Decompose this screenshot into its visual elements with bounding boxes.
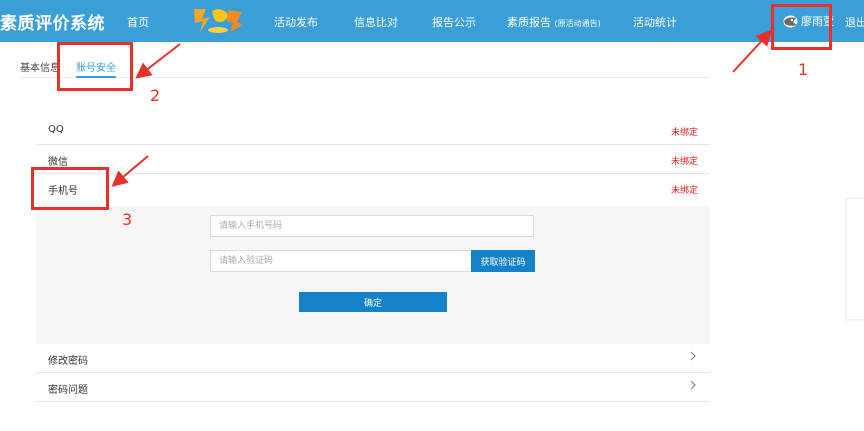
side-panel-edge — [846, 198, 864, 320]
top-nav-bar: 素质评价系统 首页 活动发布 信息比对 报告公示 素质报告 (原活动通告) 活动… — [0, 0, 864, 42]
nav-activity-stats[interactable]: 活动统计 — [633, 14, 677, 30]
binding-row-qq[interactable]: QQ 未绑定 — [36, 116, 710, 145]
binding-row-phone[interactable]: 手机号 未绑定 — [36, 174, 710, 206]
nav-quality-report[interactable]: 素质报告 (原活动通告) — [507, 14, 601, 30]
get-code-button[interactable]: 获取验证码 — [471, 250, 535, 272]
settings-label-change-password: 修改密码 — [48, 356, 88, 367]
binding-status-phone: 未绑定 — [670, 186, 698, 196]
annotation-number-1: 1 — [798, 60, 809, 79]
tab-basic-info[interactable]: 基本信息 — [20, 59, 60, 74]
nav-home[interactable]: 首页 — [127, 14, 149, 30]
binding-label-wechat: 微信 — [48, 157, 68, 168]
chevron-right-icon — [690, 380, 696, 390]
settings-row-password-question[interactable]: 密码问题 — [36, 373, 710, 402]
verification-code-input[interactable] — [210, 250, 472, 272]
confirm-button[interactable]: 确定 — [299, 292, 447, 312]
chevron-right-icon — [690, 351, 696, 361]
nav-activity-publish[interactable]: 活动发布 — [274, 14, 318, 30]
nav-report-public[interactable]: 报告公示 — [432, 14, 476, 30]
annotation-box-1 — [771, 4, 832, 50]
annotation-number-2: 2 — [150, 86, 161, 105]
phone-input[interactable] — [210, 215, 534, 237]
app-title: 素质评价系统 — [0, 14, 105, 34]
binding-label-qq: QQ — [48, 124, 64, 135]
binding-row-wechat[interactable]: 微信 未绑定 — [36, 145, 710, 174]
annotation-number-3: 3 — [122, 210, 133, 229]
settings-row-change-password[interactable]: 修改密码 — [36, 344, 710, 373]
brand-logo-icon — [194, 9, 243, 33]
logout-link[interactable]: 退出 — [845, 14, 864, 30]
binding-status-qq: 未绑定 — [670, 128, 698, 138]
annotation-box-3 — [31, 167, 109, 210]
nav-quality-report-sub: (原活动通告) — [554, 19, 601, 28]
binding-status-wechat: 未绑定 — [670, 157, 698, 167]
nav-info-compare[interactable]: 信息比对 — [354, 14, 398, 30]
settings-label-password-question: 密码问题 — [48, 385, 88, 396]
annotation-box-2 — [57, 42, 133, 91]
phone-binding-panel: 获取验证码 确定 — [36, 206, 710, 344]
nav-quality-report-label: 素质报告 — [507, 16, 551, 29]
